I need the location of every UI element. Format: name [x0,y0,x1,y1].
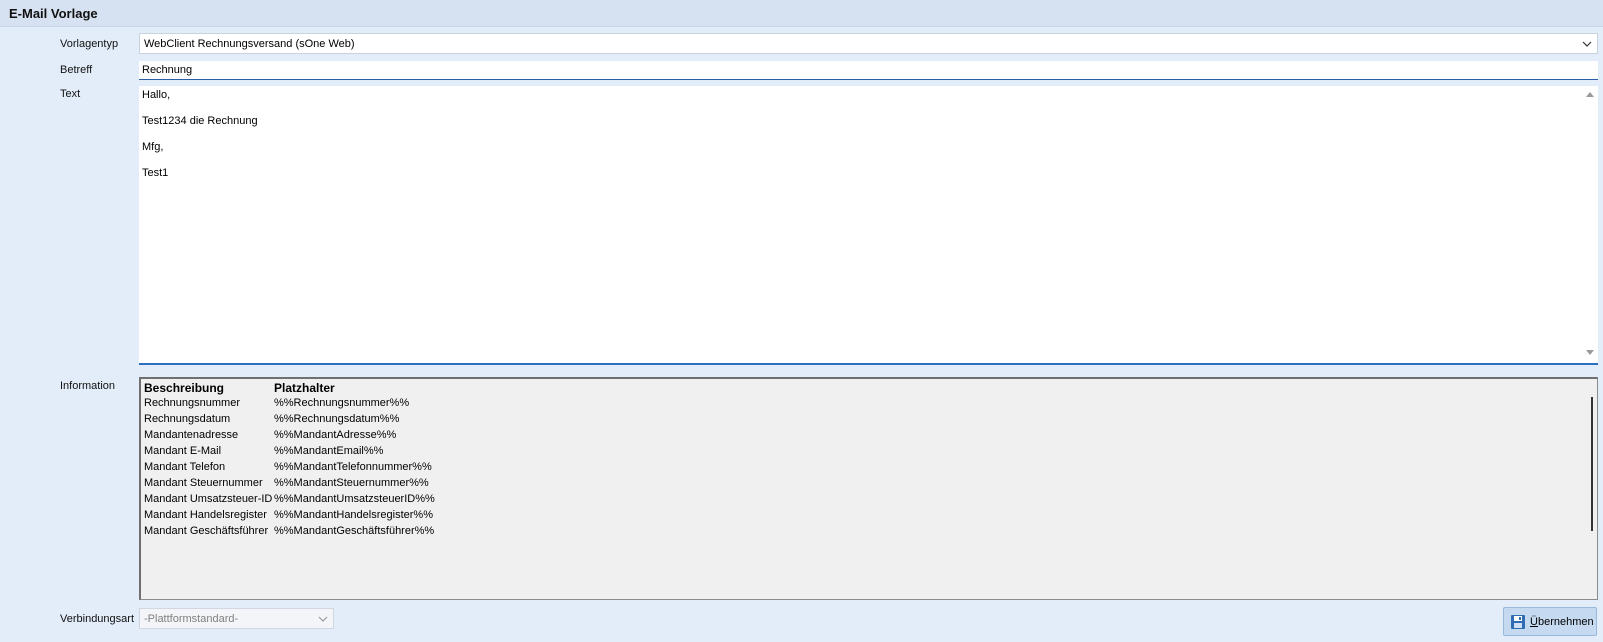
table-row-description: Mandant Telefon [144,461,226,473]
information-scrollbar[interactable] [1591,397,1593,531]
text-line: Mfg, [142,141,164,153]
column-header-platzhalter: Platzhalter [274,381,335,395]
text-label: Text [60,88,81,100]
chevron-down-icon[interactable] [316,612,330,626]
verbindungsart-value: -Plattformstandard- [144,613,239,625]
window-title: E-Mail Vorlage [9,6,98,21]
table-row-description: Rechnungsnummer [144,397,240,409]
vorlagentyp-dropdown[interactable]: WebClient Rechnungsversand (sOne Web) [139,33,1598,54]
text-line: Test1234 die Rechnung [142,115,258,127]
table-row-description: Mandant Umsatzsteuer-ID [144,493,273,505]
table-row-description: Mandant Steuernummer [144,477,263,489]
chevron-down-icon[interactable] [1580,37,1594,51]
save-icon [1511,615,1525,629]
text-body-editor[interactable]: Hallo, Test1234 die Rechnung Mfg, Test1 [139,86,1598,365]
table-row-description: Mandant E-Mail [144,445,222,457]
table-row-placeholder: %%MandantHandelsregister%% [274,509,433,521]
column-header-beschreibung: Beschreibung [144,381,225,395]
table-row-description: Mandant Handelsregister [144,509,267,521]
vorlagentyp-label: Vorlagentyp [60,38,119,50]
table-row-placeholder: %%Rechnungsnummer%% [274,397,410,409]
scroll-up-icon[interactable] [1585,90,1595,98]
apply-button[interactable]: Übernehmen [1503,607,1597,636]
table-row-description: Mandant Geschäftsführer [144,525,269,537]
table-row-placeholder: %%MandantGeschäftsführer%% [274,525,435,537]
table-row-placeholder: %%MandantEmail%% [274,445,384,457]
text-line: Test1 [142,167,169,179]
verbindungsart-dropdown[interactable]: -Plattformstandard- [139,608,334,629]
table-row-description: Rechnungsdatum [144,413,231,425]
scroll-down-icon[interactable] [1585,349,1595,357]
text-line: Hallo, [142,89,171,101]
betreff-label: Betreff [60,64,93,76]
table-row-description: Mandantenadresse [144,429,239,441]
window-titlebar: E-Mail Vorlage [0,0,1603,27]
apply-button-label: Übernehmen [1530,616,1594,628]
table-row-placeholder: %%Rechnungsdatum%% [274,413,400,425]
text-scrollbar[interactable] [1582,86,1598,363]
information-label: Information [60,380,116,392]
betreff-input[interactable]: Rechnung [139,61,1598,80]
table-row-placeholder: %%MandantTelefonnummer%% [274,461,432,473]
table-row-placeholder: %%MandantAdresse%% [274,429,397,441]
table-row-placeholder: %%MandantUmsatzsteuerID%% [274,493,435,505]
table-row-placeholder: %%MandantSteuernummer%% [274,477,429,489]
vorlagentyp-value: WebClient Rechnungsversand (sOne Web) [144,38,355,50]
verbindungsart-label: Verbindungsart [60,613,134,625]
information-table: Beschreibung Platzhalter Rechnungsnummer… [139,377,1598,600]
betreff-value: Rechnung [142,64,193,76]
